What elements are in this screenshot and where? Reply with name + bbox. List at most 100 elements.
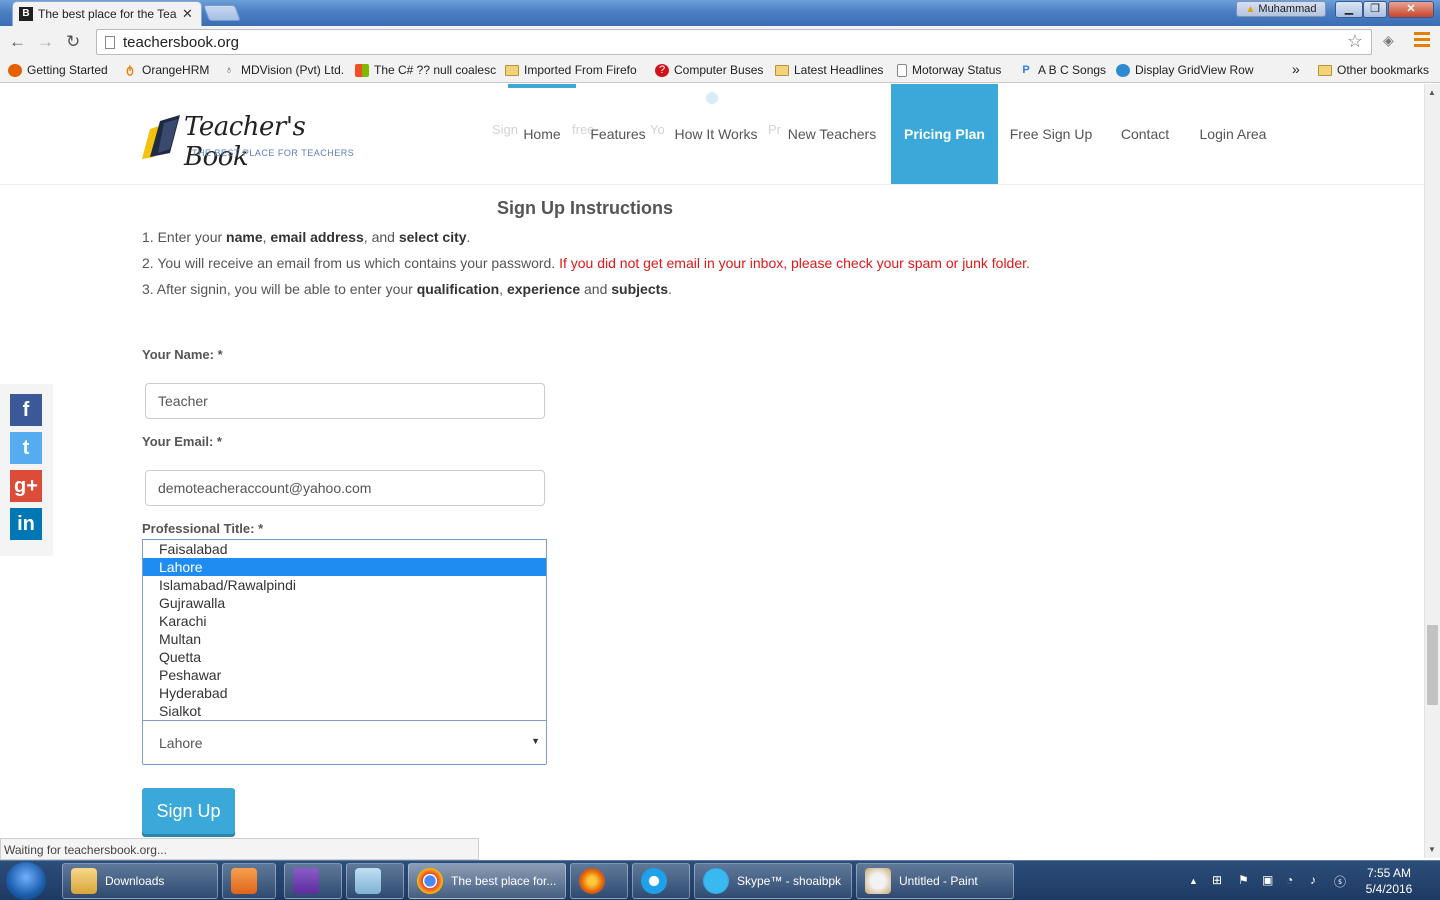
paint-icon bbox=[865, 868, 891, 894]
nav-item[interactable]: Pricing Plan bbox=[891, 84, 998, 184]
other-bookmarks[interactable]: Other bookmarks bbox=[1318, 63, 1429, 77]
browser-tab[interactable]: B The best place for the Tea ✕ bbox=[12, 1, 202, 26]
windows-taskbar: Downloads The best place for... Skype™ - s… bbox=[0, 860, 1440, 900]
name-input[interactable]: Teacher bbox=[145, 383, 545, 419]
facebook-icon[interactable]: f bbox=[10, 394, 42, 426]
taskbar-button[interactable]: Downloads bbox=[62, 863, 218, 899]
nav-item[interactable]: Home bbox=[508, 84, 576, 184]
back-arrow-icon[interactable]: ← bbox=[9, 32, 26, 52]
scrollbar-thumb[interactable] bbox=[1427, 625, 1438, 705]
bookmark-item[interactable]: Getting Started bbox=[8, 63, 108, 77]
tab-close-icon[interactable]: ✕ bbox=[182, 6, 193, 22]
page-icon bbox=[897, 63, 907, 77]
taskbar-button[interactable] bbox=[570, 863, 628, 899]
other-bookmarks-label: Other bookmarks bbox=[1337, 63, 1430, 77]
orangehrm-icon: ტ bbox=[126, 63, 134, 76]
taskbar-button[interactable] bbox=[346, 863, 404, 899]
linkedin-icon[interactable]: in bbox=[10, 508, 42, 540]
bookmark-item[interactable]: The C# ?? null coalesc bbox=[355, 63, 496, 77]
bookmark-item[interactable]: Imported From Firefo bbox=[505, 63, 637, 77]
city-option[interactable]: Hyderabad bbox=[143, 684, 546, 702]
city-option[interactable]: Sialkot bbox=[143, 702, 546, 720]
scroll-down-icon[interactable]: ▼ bbox=[1428, 845, 1436, 854]
network-icon[interactable]: ◔ bbox=[1286, 873, 1293, 887]
bookmark-label: Imported From Firefo bbox=[524, 63, 637, 77]
media-player-icon bbox=[231, 868, 257, 894]
forward-arrow-icon[interactable]: → bbox=[37, 32, 54, 52]
bookmark-item[interactable]: ? Computer Buses bbox=[655, 63, 763, 77]
bookmark-star-icon[interactable]: ☆ bbox=[1347, 31, 1363, 52]
email-input[interactable]: demoteacheraccount@yahoo.com bbox=[145, 470, 545, 506]
logo-tagline: THE BEST PLACE FOR TEACHERS bbox=[192, 148, 355, 158]
city-option[interactable]: Gujrawalla bbox=[143, 594, 546, 612]
skype-tray-icon[interactable]: ⓢ bbox=[1334, 873, 1346, 890]
chrome-menu-icon[interactable] bbox=[1414, 32, 1430, 50]
taskbar-button[interactable]: Skype™ - shoaibpk bbox=[694, 863, 852, 899]
windows-icon[interactable]: ⊞ bbox=[1212, 873, 1222, 887]
taskbar-button[interactable] bbox=[284, 863, 342, 899]
city-dropdown-list[interactable]: Faisalabad Lahore Islamabad/Rawalpindi Gujr… bbox=[142, 539, 547, 721]
ie-icon bbox=[641, 868, 667, 894]
flag-icon[interactable]: ⚑ bbox=[1238, 873, 1249, 887]
address-bar[interactable]: teachersbook.org ☆ bbox=[96, 29, 1372, 55]
clock-date: 5/4/2016 bbox=[1365, 882, 1413, 896]
windows-icon bbox=[355, 63, 369, 77]
city-option[interactable]: Peshawar bbox=[143, 666, 546, 684]
clock-time: 7:55 AM bbox=[1366, 866, 1412, 880]
dropbox-icon[interactable]: ◈ bbox=[1383, 32, 1394, 49]
tray-expand-icon[interactable]: ▲ bbox=[1189, 876, 1198, 886]
help-icon: ? bbox=[655, 63, 669, 77]
bookmark-item[interactable]: Motorway Status bbox=[897, 63, 1001, 77]
url-text[interactable]: teachersbook.org bbox=[123, 34, 239, 51]
bookmark-label: Display GridView Row bbox=[1135, 63, 1254, 77]
reload-icon[interactable]: ↻ bbox=[66, 32, 80, 52]
sign-up-button[interactable]: Sign Up bbox=[142, 788, 235, 834]
profile-button[interactable]: ▲ Muhammad bbox=[1236, 1, 1326, 17]
restore-button[interactable]: ❐ bbox=[1363, 1, 1387, 18]
bookmark-item[interactable]: ♁ MDVision (Pvt) Ltd. bbox=[222, 63, 344, 77]
city-option[interactable]: Quetta bbox=[143, 648, 546, 666]
close-window-button[interactable]: ✕ bbox=[1388, 1, 1434, 18]
taskbar-button[interactable] bbox=[222, 863, 276, 899]
bookmark-item[interactable]: Display GridView Row bbox=[1116, 63, 1253, 77]
twitter-icon[interactable]: t bbox=[10, 432, 42, 464]
tray-app-icon[interactable]: ▣ bbox=[1262, 873, 1273, 887]
volume-icon[interactable]: ♪ bbox=[1310, 873, 1316, 887]
city-option[interactable]: Faisalabad bbox=[143, 540, 546, 558]
system-clock[interactable]: 7:55 AM 5/4/2016 bbox=[1362, 865, 1416, 897]
nav-item[interactable]: Free Sign Up bbox=[1000, 84, 1102, 184]
city-option[interactable]: Multan bbox=[143, 630, 546, 648]
taskbar-button[interactable] bbox=[632, 863, 690, 899]
nav-item[interactable]: How It Works bbox=[664, 84, 768, 184]
skype-icon bbox=[703, 868, 729, 894]
page-scrollbar[interactable]: ▲ ▼ bbox=[1424, 84, 1440, 858]
nav-item[interactable]: Login Area bbox=[1188, 84, 1278, 184]
city-option[interactable]: Karachi bbox=[143, 612, 546, 630]
nav-item[interactable]: Contact bbox=[1108, 84, 1182, 184]
professional-title-label: Professional Title: * bbox=[142, 521, 264, 536]
nav-item[interactable]: New Teachers bbox=[776, 84, 888, 184]
name-label: Your Name: * bbox=[142, 347, 223, 362]
minimize-button[interactable]: ▁ bbox=[1335, 1, 1363, 18]
logo-name: Teacher's Book bbox=[184, 112, 306, 172]
city-option[interactable]: Islamabad/Rawalpindi bbox=[143, 576, 546, 594]
bookmark-item[interactable]: Latest Headlines bbox=[775, 63, 883, 77]
bookmark-label: OrangeHRM bbox=[142, 63, 210, 77]
city-select[interactable]: Lahore ▼ bbox=[142, 720, 547, 765]
taskbar-button[interactable]: The best place for... bbox=[408, 863, 566, 899]
nav-item[interactable]: Features bbox=[580, 84, 656, 184]
scroll-up-icon[interactable]: ▲ bbox=[1428, 88, 1436, 97]
taskbar-button[interactable]: Untitled - Paint bbox=[856, 863, 1014, 899]
site-logo[interactable]: Teacher's Book THE BEST PLACE FOR TEACHE… bbox=[140, 106, 370, 172]
taskbar-button-label: Untitled - Paint bbox=[899, 874, 978, 888]
bookmark-label: MDVision (Pvt) Ltd. bbox=[241, 63, 345, 77]
bookmark-item[interactable]: ტ OrangeHRM bbox=[123, 63, 209, 77]
bookmark-item[interactable]: P A B C Songs bbox=[1019, 63, 1106, 77]
city-option[interactable]: Lahore bbox=[143, 558, 546, 576]
start-button[interactable] bbox=[6, 862, 46, 900]
google-plus-icon[interactable]: g+ bbox=[10, 470, 42, 502]
bookmark-label: The C# ?? null coalesc bbox=[374, 63, 497, 77]
profile-name: Muhammad bbox=[1258, 3, 1317, 15]
more-bookmarks-icon[interactable]: » bbox=[1292, 61, 1300, 77]
new-tab-button[interactable] bbox=[203, 5, 241, 21]
